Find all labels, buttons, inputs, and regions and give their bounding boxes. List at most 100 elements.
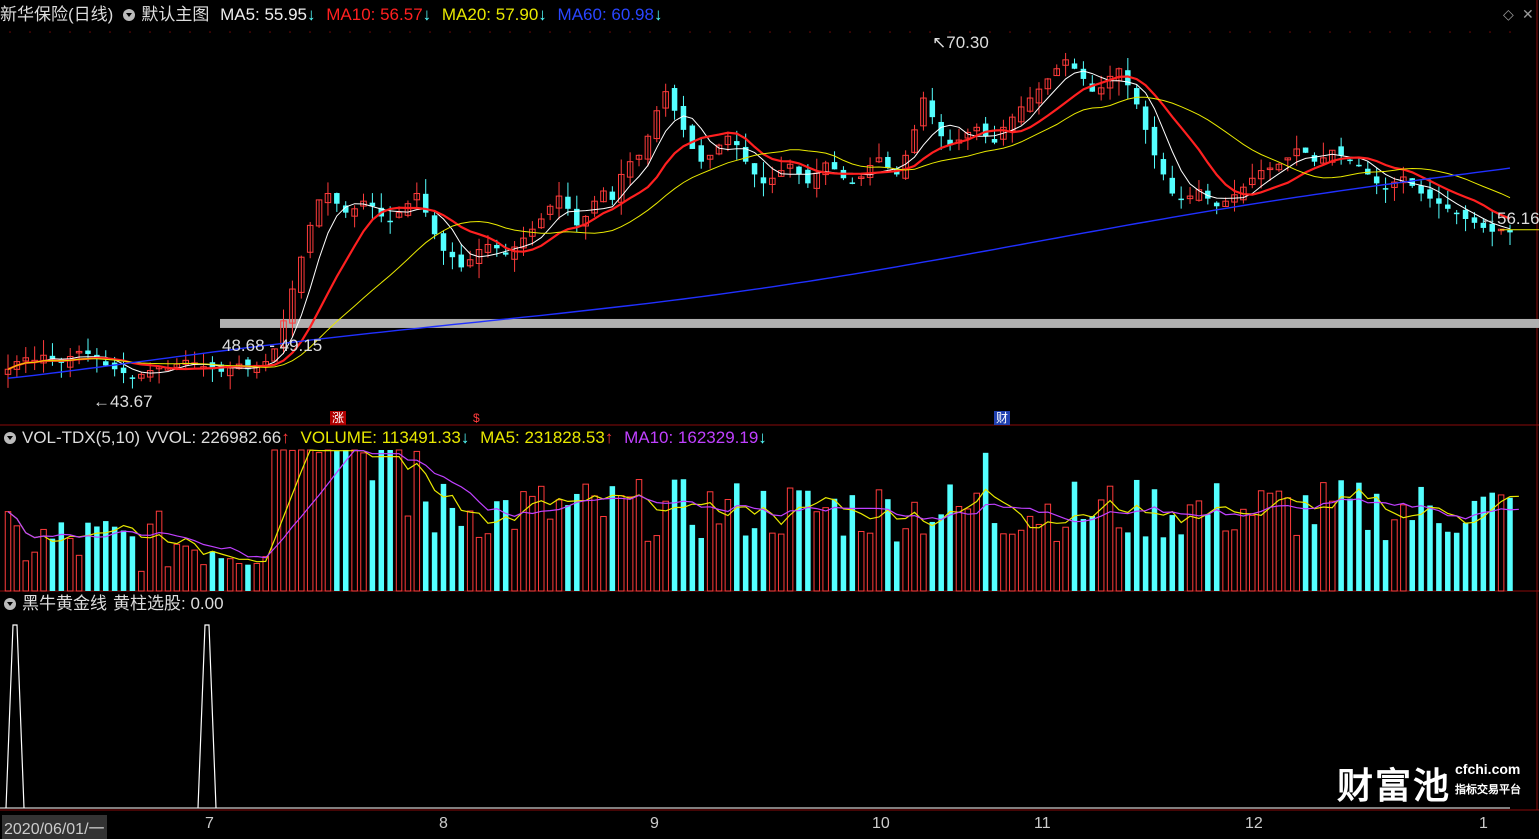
volume-bar-up <box>271 449 278 592</box>
volume-bar-down <box>1142 536 1149 591</box>
volume-bar-down <box>449 507 456 591</box>
volume-bar-down <box>1151 489 1158 591</box>
candle-down <box>431 215 438 235</box>
volume-bar-up <box>1017 529 1025 592</box>
grid-dot <box>649 31 651 33</box>
volume-bar-up <box>769 532 776 592</box>
grid-dot <box>169 31 171 33</box>
grid-dot <box>269 31 271 33</box>
volume-bar-down <box>342 450 349 591</box>
grid-dot <box>869 31 871 33</box>
volume-bar-down <box>49 538 56 591</box>
volume-bar-up <box>1249 514 1256 592</box>
event-marker-dividend[interactable]: $ <box>473 411 480 425</box>
event-marker-finance[interactable]: 财 <box>994 411 1011 425</box>
high-annotation: ↖70.30 <box>932 33 989 52</box>
volume-bar-down <box>742 535 749 591</box>
volume-bar-down <box>1311 524 1318 591</box>
volume-bar-down <box>796 490 802 591</box>
volume-bar-down <box>94 526 100 591</box>
volume-bar-up <box>653 535 661 592</box>
volume-bar-down <box>422 501 429 591</box>
grid-dot <box>409 31 411 33</box>
grid-dot <box>1469 31 1471 33</box>
grid-dot <box>49 31 51 33</box>
volume-bar-down <box>1418 486 1424 591</box>
candle-down <box>1080 68 1087 79</box>
volume-bar-up <box>200 564 207 592</box>
grid-dot <box>1289 31 1291 33</box>
watermark-logo: 财富池 cfchi.com 指标交易平台 <box>1337 761 1521 807</box>
candle-down <box>1445 204 1451 209</box>
volume-bar-down <box>1365 529 1371 591</box>
dropdown-icon[interactable] <box>4 597 16 610</box>
grid-dot <box>529 31 531 33</box>
grid-dot <box>749 31 751 33</box>
grid-dot <box>469 31 471 33</box>
volume-bar-up <box>40 528 47 592</box>
close-icon[interactable]: ✕ <box>1522 6 1534 23</box>
grid-dot <box>1369 31 1371 33</box>
volume-bar-up <box>866 532 874 592</box>
volume-bar-up <box>138 570 145 592</box>
x-axis-month: 7 <box>205 815 214 832</box>
candle-down <box>387 220 393 223</box>
volume-bar-down <box>458 525 465 591</box>
volume-bar-up <box>351 449 358 592</box>
volume-bar-up <box>1222 530 1229 592</box>
template-label[interactable]: 默认主图 <box>141 5 209 24</box>
candle-down <box>1302 147 1309 153</box>
candle-down <box>85 350 91 354</box>
grid-dot <box>1109 31 1111 33</box>
grid-dot <box>709 31 711 33</box>
candle-down <box>458 254 465 268</box>
grid-dot <box>989 31 991 33</box>
volume-bar-up <box>22 560 30 592</box>
grid-dot <box>809 31 811 33</box>
main-legend: 新华保险(日线) 默认主图 MA5: 55.95↓ MA10: 56.57↓ MA… <box>0 3 668 27</box>
candle-down <box>885 156 891 169</box>
diamond-icon[interactable]: ◇ <box>1503 6 1514 23</box>
volume-bar-up <box>324 449 332 592</box>
volume-bar-up <box>31 551 38 592</box>
x-axis-month: 1 <box>1479 815 1488 832</box>
grid-dot <box>729 31 731 33</box>
candle-down <box>1213 202 1220 207</box>
grid-dot <box>1349 31 1351 33</box>
volume-bar-down <box>1169 515 1176 591</box>
candle-down <box>1418 185 1424 194</box>
volume-bar-down <box>840 535 847 591</box>
volume-bar-up <box>306 449 314 592</box>
volume-bar-up <box>466 510 474 592</box>
volume-bar-up <box>475 536 483 592</box>
x-axis-month: 10 <box>872 815 890 832</box>
dropdown-icon[interactable] <box>123 8 136 21</box>
grid-dot <box>1029 31 1031 33</box>
grid-dot <box>909 31 911 33</box>
volume-bar-down <box>369 480 376 591</box>
grid-dot <box>1429 31 1431 33</box>
volume-bar-down <box>129 536 136 591</box>
x-axis-month: 11 <box>1034 815 1051 832</box>
candle-down <box>494 244 500 249</box>
volume-bar-down <box>378 450 385 591</box>
volume-bar-up <box>413 450 421 592</box>
kline-chart[interactable] <box>0 0 1539 835</box>
volume-legend: VOL-TDX(5,10) VVOL: 226982.66↑ VOLUME: 11… <box>0 426 773 450</box>
event-marker-limit-up[interactable]: 涨 <box>330 411 347 425</box>
dropdown-icon[interactable] <box>4 431 16 444</box>
support-zone-label: 48.68 - 49.15 <box>222 336 323 355</box>
volume-bar-up <box>164 566 172 592</box>
volume-bar-up <box>66 537 74 592</box>
volume-bar-down <box>1080 519 1087 591</box>
grid-dot <box>9 31 11 33</box>
volume-bar-up <box>1035 523 1043 592</box>
grid-dot <box>249 31 251 33</box>
volume-bar-down <box>1382 540 1389 591</box>
volume-bar-down <box>1427 505 1433 591</box>
candle-down <box>1142 106 1149 130</box>
volume-bar-down <box>1125 532 1131 591</box>
volume-bar-down <box>831 498 838 591</box>
candle-down <box>120 367 127 374</box>
volume-bar-up <box>191 549 198 592</box>
